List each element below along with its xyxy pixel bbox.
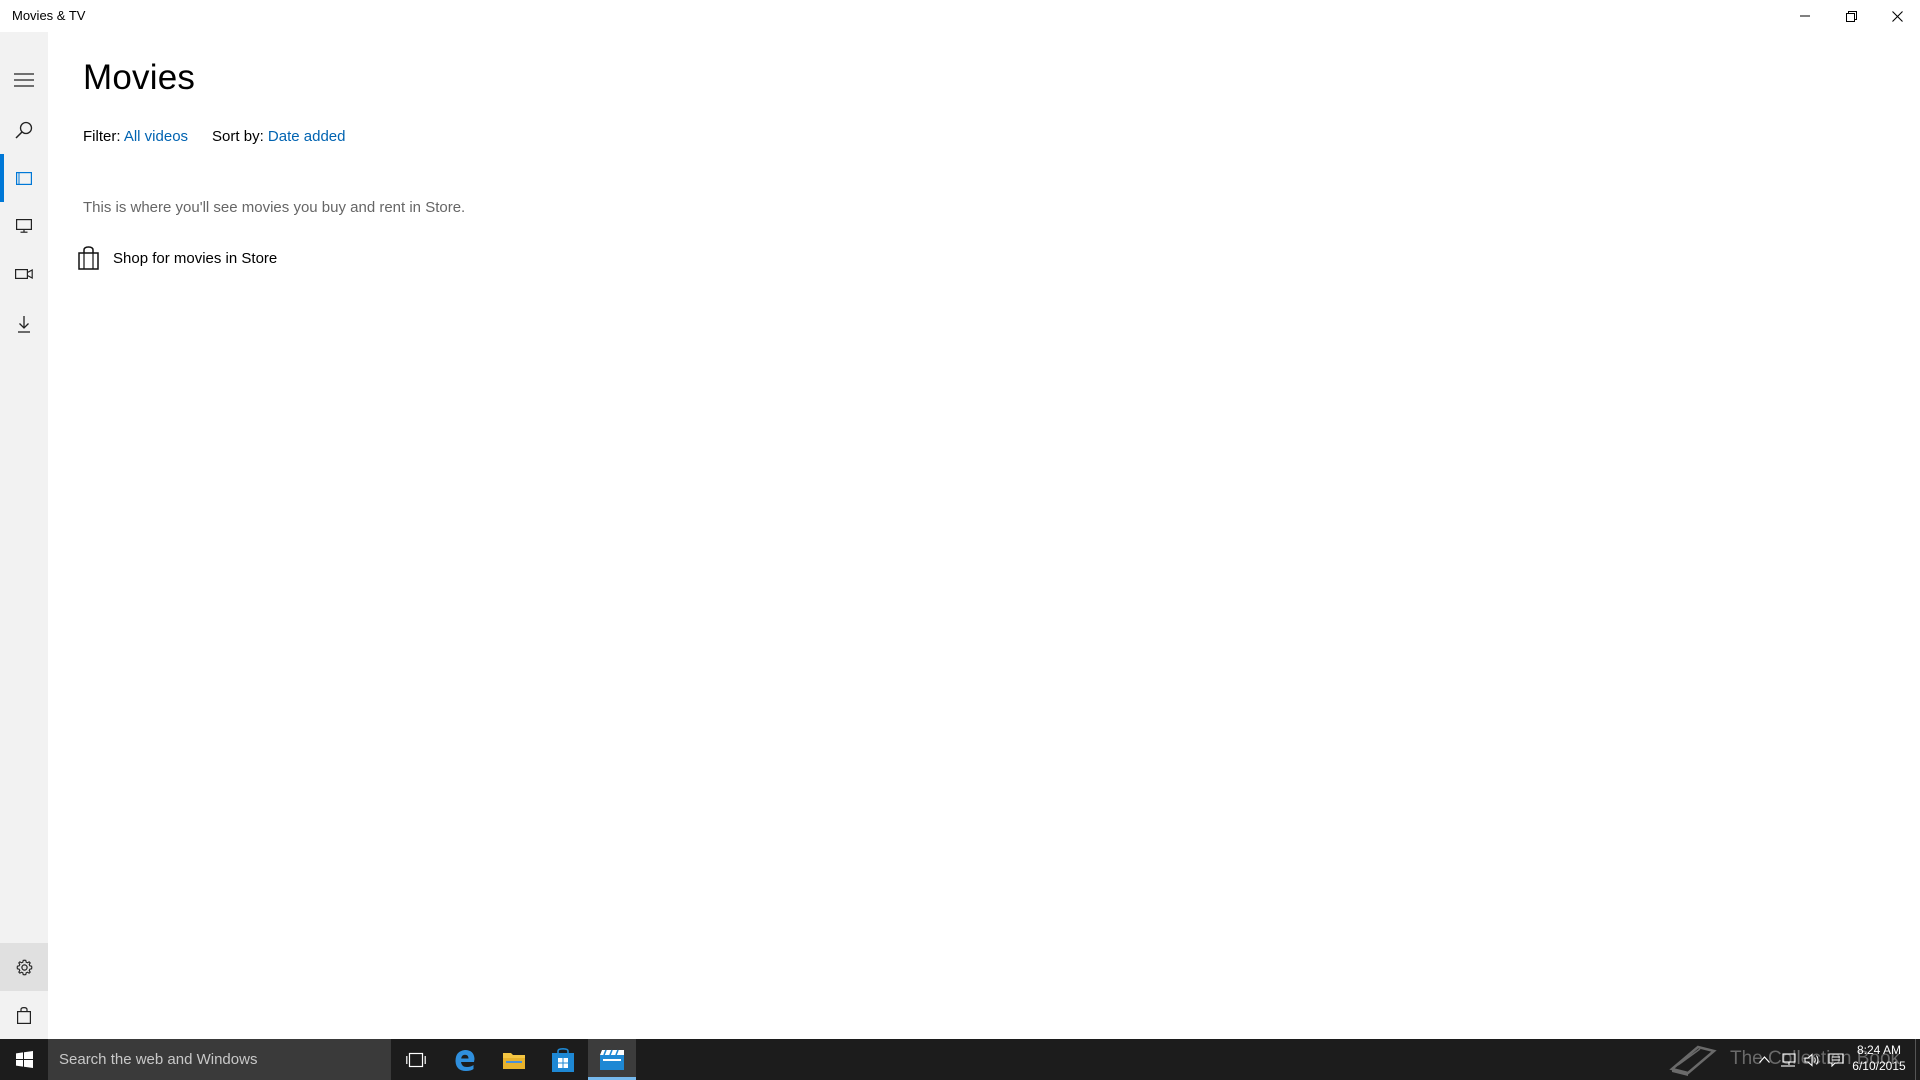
chevron-up-icon	[1758, 1056, 1770, 1063]
filter-control[interactable]: Filter: All videos	[83, 128, 188, 145]
task-view-icon	[406, 1052, 426, 1067]
sort-label: Sort by:	[212, 128, 264, 145]
windows-logo-icon	[15, 1051, 33, 1068]
network-button[interactable]	[1776, 1039, 1800, 1080]
system-clock[interactable]: 8:24 AM 6/10/2015	[1848, 1042, 1910, 1074]
edge-icon	[455, 1049, 475, 1071]
filter-label: Filter:	[83, 128, 121, 145]
sort-value-link[interactable]: Date added	[268, 128, 346, 145]
shop-in-store-link[interactable]: Shop for movies in Store	[78, 246, 277, 270]
book-icon	[1669, 1045, 1717, 1076]
title-bar: Movies & TV	[0, 0, 1920, 32]
clock-time: 8:24 AM	[1856, 1043, 1902, 1057]
filter-sort-bar: Filter: All videos Sort by: Date added	[83, 128, 369, 145]
file-explorer-button[interactable]	[490, 1039, 538, 1080]
edge-button[interactable]	[441, 1039, 489, 1080]
close-icon	[1891, 10, 1903, 22]
shop-link-label: Shop for movies in Store	[113, 249, 278, 267]
nav-store-button[interactable]	[0, 991, 48, 1039]
clock-date: 6/10/2015	[1852, 1059, 1906, 1073]
empty-state-message: This is where you'll see movies you buy …	[83, 199, 466, 216]
speaker-icon	[1804, 1052, 1819, 1067]
system-tray	[1752, 1039, 1848, 1080]
restore-icon	[1845, 10, 1857, 22]
video-camera-icon	[15, 269, 33, 280]
shopping-bag-icon	[78, 246, 99, 270]
nav-tv-button[interactable]	[0, 202, 48, 250]
movies-tv-taskbar-button[interactable]	[588, 1039, 636, 1080]
action-center-button[interactable]	[1824, 1039, 1848, 1080]
close-button[interactable]	[1874, 0, 1920, 32]
notification-icon	[1828, 1052, 1844, 1067]
show-desktop-button[interactable]	[1915, 1039, 1920, 1080]
taskbar: Search the web and Windows The Collectio…	[0, 1039, 1920, 1080]
nav-downloads-button[interactable]	[0, 300, 48, 348]
restore-button[interactable]	[1828, 0, 1874, 32]
minimize-icon	[1800, 15, 1810, 17]
film-icon	[16, 171, 32, 185]
movies-tv-icon	[600, 1049, 624, 1070]
gear-icon	[16, 959, 32, 975]
main-content: Movies Filter: All videos Sort by: Date …	[48, 32, 1920, 1039]
hamburger-menu-button[interactable]	[0, 56, 48, 104]
volume-button[interactable]	[1800, 1039, 1824, 1080]
nav-rail	[0, 32, 48, 1039]
app-title: Movies & TV	[12, 8, 86, 23]
hamburger-icon	[14, 73, 34, 87]
search-placeholder: Search the web and Windows	[59, 1051, 258, 1068]
filter-value-link[interactable]: All videos	[124, 128, 188, 145]
window-controls	[1782, 0, 1920, 32]
sort-control[interactable]: Sort by: Date added	[212, 128, 345, 145]
tv-icon	[16, 219, 32, 233]
nav-search-button[interactable]	[0, 106, 48, 154]
network-icon	[1781, 1052, 1796, 1067]
start-button[interactable]	[0, 1039, 48, 1080]
page-title: Movies	[83, 58, 196, 97]
minimize-button[interactable]	[1782, 0, 1828, 32]
nav-movies-button[interactable]	[0, 154, 48, 202]
search-icon	[15, 121, 33, 139]
nav-settings-button[interactable]	[0, 943, 48, 991]
show-hidden-icons-button[interactable]	[1752, 1039, 1776, 1080]
taskbar-search-box[interactable]: Search the web and Windows	[48, 1039, 391, 1080]
task-view-button[interactable]	[392, 1039, 440, 1080]
store-taskbar-button[interactable]	[539, 1039, 587, 1080]
nav-videos-button[interactable]	[0, 250, 48, 298]
shopping-bag-icon	[17, 1006, 31, 1024]
store-icon	[552, 1047, 574, 1072]
download-icon	[18, 315, 30, 333]
folder-icon	[503, 1052, 525, 1069]
